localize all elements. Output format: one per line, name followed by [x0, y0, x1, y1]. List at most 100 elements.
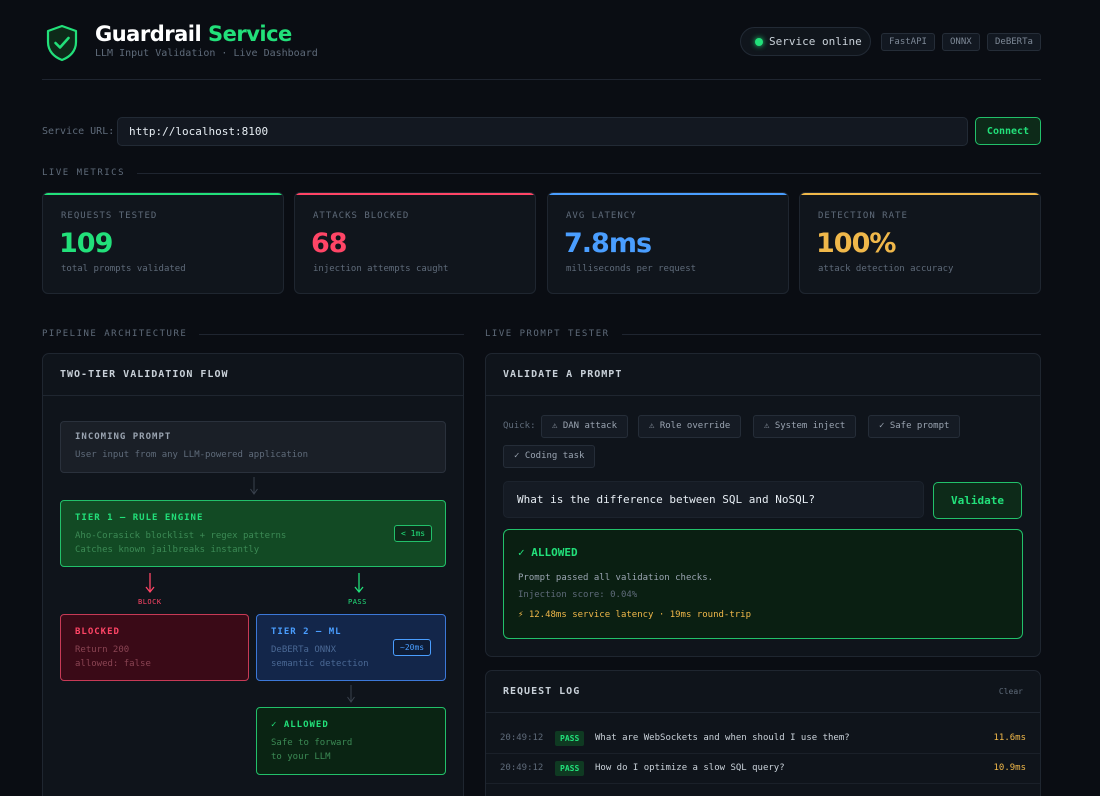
metric-value: 109 [59, 228, 113, 259]
quick-chip-dan-attack[interactable]: ⚠ DAN attack [541, 415, 629, 438]
tag-deberta: DeBERTa [987, 33, 1041, 51]
pipeline-panel: TWO-TIER VALIDATION FLOW INCOMING PROMPT… [42, 353, 464, 796]
shield-check-icon [46, 24, 78, 62]
flow-box-title: ✓ ALLOWED [271, 720, 329, 730]
quick-label: Quick: [503, 421, 536, 431]
log-time: 20:49:12 [500, 733, 544, 743]
log-row: 20:49:12 PASS What are WebSockets and wh… [486, 724, 1040, 754]
quick-chip-role-override[interactable]: ⚠ Role override [638, 415, 742, 438]
metric-caption: attack detection accuracy [818, 264, 954, 274]
panel-header: VALIDATE A PROMPT [486, 354, 1040, 396]
pipeline-section-header: PIPELINE ARCHITECTURE [42, 329, 464, 339]
log-status-badge: PASS [555, 731, 585, 746]
result-latency-text: 12.48ms service latency · 19ms round-tri… [528, 610, 752, 620]
log-time: 20:49:12 [500, 763, 544, 773]
metric-card-latency: AVG LATENCY 7.8ms milliseconds per reque… [547, 192, 789, 294]
metric-value: 7.8ms [564, 228, 652, 259]
status-indicator: Service online [740, 27, 871, 56]
panel-header: TWO-TIER VALIDATION FLOW [43, 354, 463, 396]
flow-box-title: TIER 1 — RULE ENGINE [75, 513, 204, 523]
prompt-input[interactable] [503, 481, 924, 518]
flow-desc-line: Aho-Corasick blocklist + regex patterns [75, 531, 287, 541]
validation-result: ✓ ALLOWED Prompt passed all validation c… [503, 529, 1023, 639]
metric-caption: injection attempts caught [313, 264, 449, 274]
metric-accent-bar [800, 193, 1040, 195]
metric-label: REQUESTS TESTED [61, 211, 158, 221]
app-title-main: Guardrail [95, 22, 208, 46]
flow-box-title: BLOCKED [75, 627, 120, 637]
flow-tier2-ml: TIER 2 — ML DeBERTa ONNX semantic detect… [256, 614, 446, 681]
metric-card-detection: DETECTION RATE 100% attack detection acc… [799, 192, 1041, 294]
flow-blocked: BLOCKED Return 200 allowed: false [60, 614, 249, 681]
arrow-down-icon [250, 477, 258, 495]
flow-tier1-rule-engine: TIER 1 — RULE ENGINE Aho-Corasick blockl… [60, 500, 446, 567]
status-text: Service online [769, 35, 862, 48]
flow-incoming-prompt: INCOMING PROMPT User input from any LLM-… [60, 421, 446, 473]
tag-onnx: ONNX [942, 33, 980, 51]
flow-allowed: ✓ ALLOWED Safe to forward to your LLM [256, 707, 446, 775]
clear-log-button[interactable]: Clear [999, 687, 1023, 696]
flow-box-title: INCOMING PROMPT [75, 432, 172, 442]
flow-desc-line: allowed: false [75, 659, 151, 669]
metrics-section-label: LIVE METRICS [42, 168, 126, 178]
result-message: Prompt passed all validation checks. [518, 573, 714, 583]
flow-box-desc: Aho-Corasick blocklist + regex patterns … [75, 529, 286, 557]
flow-box-desc: DeBERTa ONNX semantic detection [271, 643, 369, 671]
lightning-icon: ⚡ [518, 610, 524, 620]
metric-card-blocked: ATTACKS BLOCKED 68 injection attempts ca… [294, 192, 536, 294]
header: Guardrail Service LLM Input Validation ·… [42, 18, 1041, 80]
metric-value: 68 [311, 228, 348, 259]
log-row: 20:49:12 PASS How do I optimize a slow S… [486, 754, 1040, 784]
tag-fastapi: FastAPI [881, 33, 935, 51]
divider [137, 172, 1041, 174]
validate-button[interactable]: Validate [933, 482, 1022, 519]
arrow-down-pass-icon [354, 573, 364, 594]
tier2-latency-badge: ~20ms [393, 639, 432, 656]
service-url-input[interactable] [117, 117, 968, 146]
quick-chip-system-inject[interactable]: ⚠ System inject [753, 415, 857, 438]
flow-desc-line: Return 200 [75, 645, 130, 655]
log-prompt: How do I optimize a slow SQL query? [595, 763, 785, 773]
tier1-latency-badge: < 1ms [394, 525, 433, 542]
arrow-down-icon [347, 685, 355, 703]
app-subtitle: LLM Input Validation · Live Dashboard [95, 48, 318, 59]
pass-label: PASS [348, 598, 367, 606]
quick-chip-coding-task[interactable]: ✓ Coding task [503, 445, 596, 468]
log-latency: 11.6ms [993, 733, 1026, 743]
metric-caption: total prompts validated [61, 264, 186, 274]
flow-desc-line: to your LLM [271, 752, 331, 762]
metrics-section-header: LIVE METRICS [42, 168, 1041, 178]
block-label: BLOCK [138, 598, 162, 606]
result-status: ✓ ALLOWED [518, 546, 578, 559]
pipeline-section-label: PIPELINE ARCHITECTURE [42, 329, 188, 339]
flow-box-desc: Return 200 allowed: false [75, 643, 151, 671]
metric-caption: milliseconds per request [566, 264, 697, 274]
metric-label: ATTACKS BLOCKED [313, 211, 410, 221]
flow-desc-line: Catches known jailbreaks instantly [75, 545, 260, 555]
app-title-accent: Service [207, 22, 292, 46]
metric-accent-bar [548, 193, 788, 195]
flow-box-desc: Safe to forward to your LLM [271, 736, 352, 764]
prompt-tester-panel: VALIDATE A PROMPT Quick: ⚠ DAN attack ⚠ … [485, 353, 1041, 657]
log-latency: 10.9ms [993, 763, 1026, 773]
request-log-panel: REQUEST LOG Clear 20:49:12 PASS What are… [485, 670, 1041, 796]
panel-header: REQUEST LOG Clear [486, 671, 1040, 713]
flow-box-desc: User input from any LLM-powered applicat… [75, 450, 308, 460]
metric-label: AVG LATENCY [566, 211, 637, 221]
metric-accent-bar [43, 193, 283, 195]
flow-desc-line: DeBERTa ONNX [271, 645, 337, 655]
connect-button[interactable]: Connect [975, 117, 1041, 145]
service-url-label: Service URL: [42, 126, 115, 137]
app-title: Guardrail Service [95, 22, 292, 46]
result-latency: ⚡ 12.48ms service latency · 19ms round-t… [518, 610, 751, 620]
tester-section-header: LIVE PROMPT TESTER [485, 329, 1041, 339]
divider [621, 333, 1041, 335]
panel-title: VALIDATE A PROMPT [503, 369, 623, 380]
quick-chip-safe-prompt[interactable]: ✓ Safe prompt [868, 415, 961, 438]
log-status-badge: PASS [555, 761, 585, 776]
flow-desc-line: semantic detection [271, 659, 369, 669]
flow-desc-line: Safe to forward [271, 738, 353, 748]
metric-label: DETECTION RATE [818, 211, 908, 221]
result-injection-score: Injection score: 0.04% [518, 590, 638, 600]
log-prompt: What are WebSockets and when should I us… [595, 733, 850, 743]
